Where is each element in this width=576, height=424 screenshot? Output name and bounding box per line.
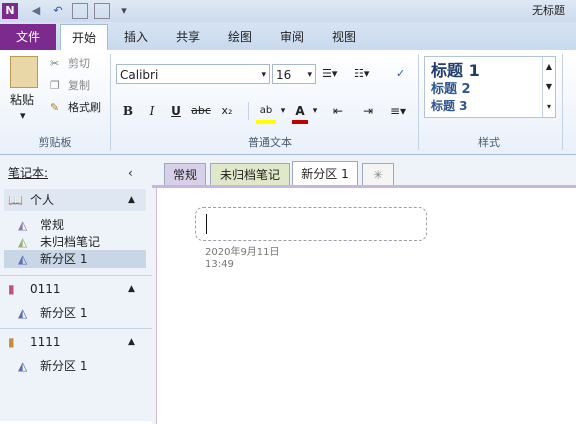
chevron-down-icon[interactable]: ▾ bbox=[278, 102, 288, 120]
ribbon-tab-row: 文件 开始 插入 共享 绘图 审阅 视图 bbox=[0, 22, 576, 51]
ribbon: 粘贴 ▾ ✂ 剪切 ❐ 复制 ✎ 格式刷 剪贴板 Calibri ▾ 16 ▾ ☰▾… bbox=[0, 50, 576, 155]
section-tab-unfiled[interactable]: 未归档笔记 bbox=[210, 163, 290, 186]
notebook-personal[interactable] bbox=[4, 189, 146, 211]
chevron-down-icon: ▾ bbox=[261, 70, 266, 80]
new-section-tab-icon[interactable]: ✳ bbox=[362, 163, 394, 186]
page-time: 13:49 bbox=[205, 259, 234, 270]
page-date: 2020年9月11日 bbox=[205, 247, 280, 258]
underline-button[interactable]: U bbox=[168, 102, 184, 120]
dock-icon[interactable] bbox=[72, 3, 88, 19]
undo-icon[interactable]: ↶ bbox=[50, 3, 66, 19]
divider bbox=[0, 328, 152, 329]
group-divider bbox=[110, 54, 111, 150]
format-divider bbox=[248, 102, 249, 120]
paste-dropdown-icon[interactable]: ▾ bbox=[20, 108, 26, 124]
section-item[interactable]: 未归档笔记 bbox=[40, 234, 100, 250]
section-item[interactable]: 新分区 1 bbox=[40, 358, 87, 374]
tab-view[interactable]: 视图 bbox=[324, 26, 364, 48]
format-painter-button[interactable]: 格式刷 bbox=[68, 100, 101, 116]
section-icon: ◭ bbox=[18, 218, 28, 232]
font-size-combo[interactable]: 16 ▾ bbox=[272, 64, 316, 84]
page-canvas[interactable]: 2020年9月11日 13:49 bbox=[156, 188, 576, 424]
strikethrough-button[interactable]: abc bbox=[190, 102, 212, 120]
divider bbox=[0, 275, 152, 276]
bold-button[interactable]: B bbox=[120, 102, 136, 120]
notebooks-header: 笔记本: bbox=[8, 166, 49, 180]
clear-format-icon[interactable]: ✓ bbox=[396, 66, 405, 82]
customize-qa-icon[interactable]: ▾ bbox=[118, 3, 130, 19]
font-name-combo[interactable]: Calibri ▾ bbox=[116, 64, 270, 84]
copy-button[interactable]: 复制 bbox=[68, 78, 90, 94]
notebook-label[interactable]: 0111 bbox=[30, 281, 61, 297]
title-bar: N ◀ ↶ ▾ 无标题 bbox=[0, 0, 576, 22]
notebook-icon: ▮ bbox=[8, 282, 15, 296]
full-page-view-icon[interactable] bbox=[94, 3, 110, 19]
section-icon: ◭ bbox=[18, 359, 28, 373]
copy-icon[interactable]: ❐ bbox=[50, 78, 60, 94]
notebook-pane: 笔记本: ‹ 📖 个人 ▲ ◭ 常规 ◭ 未归档笔记 ◭ 新分区 1 ▮ 011… bbox=[0, 155, 153, 421]
tab-draw[interactable]: 绘图 bbox=[220, 26, 260, 48]
section-tab-general[interactable]: 常规 bbox=[164, 163, 206, 186]
collapse-pane-icon[interactable]: ‹ bbox=[128, 165, 133, 181]
decrease-indent-icon[interactable]: ⇤ bbox=[328, 102, 348, 120]
section-icon: ◭ bbox=[18, 306, 28, 320]
numbering-icon[interactable]: ☷▾ bbox=[354, 66, 369, 82]
styles-gallery[interactable]: 标题 1 标题 2 标题 3 ▲ ▼ ▾ bbox=[424, 56, 556, 118]
increase-indent-icon[interactable]: ⇥ bbox=[358, 102, 378, 120]
style-heading-3[interactable]: 标题 3 bbox=[431, 97, 468, 114]
tab-home[interactable]: 开始 bbox=[60, 24, 108, 51]
window-title: 无标题 bbox=[532, 4, 565, 17]
font-size-value: 16 bbox=[276, 68, 292, 82]
gallery-scroll[interactable]: ▲ ▼ ▾ bbox=[542, 57, 555, 117]
basic-text-group-label: 普通文本 bbox=[248, 136, 292, 149]
italic-button[interactable]: I bbox=[144, 102, 160, 120]
font-color-button[interactable]: A bbox=[292, 102, 308, 124]
style-heading-2[interactable]: 标题 2 bbox=[431, 78, 471, 97]
notebook-label: 个人 bbox=[30, 193, 55, 207]
chevron-down-icon[interactable]: ▾ bbox=[310, 102, 320, 120]
page-area: 2020年9月11日 13:49 bbox=[152, 185, 576, 424]
section-item[interactable]: 新分区 1 bbox=[40, 251, 87, 267]
bullets-icon[interactable]: ☰▾ bbox=[322, 66, 337, 82]
chevron-down-icon: ▾ bbox=[307, 70, 312, 80]
tab-insert[interactable]: 插入 bbox=[116, 26, 156, 48]
format-painter-icon[interactable]: ✎ bbox=[50, 100, 59, 116]
section-item[interactable]: 新分区 1 bbox=[40, 305, 87, 321]
section-icon: ◭ bbox=[18, 252, 28, 266]
expand-icon[interactable]: ▲ bbox=[128, 281, 135, 297]
cut-button[interactable]: 剪切 bbox=[68, 56, 90, 72]
expand-icon[interactable]: ▲ bbox=[128, 192, 135, 208]
section-tab-bar: 常规 未归档笔记 新分区 1 ✳ bbox=[152, 155, 576, 186]
tab-file[interactable]: 文件 bbox=[0, 24, 56, 50]
paste-icon[interactable] bbox=[10, 56, 38, 88]
tab-review[interactable]: 审阅 bbox=[272, 26, 312, 48]
section-icon: ◭ bbox=[18, 235, 28, 249]
back-icon[interactable]: ◀ bbox=[28, 3, 44, 19]
styles-group-label: 样式 bbox=[478, 136, 500, 149]
subscript-button[interactable]: x₂ bbox=[216, 102, 238, 120]
group-divider bbox=[562, 54, 563, 150]
onenote-logo-icon: N bbox=[2, 3, 18, 19]
expand-icon[interactable]: ▲ bbox=[128, 334, 135, 350]
cut-icon[interactable]: ✂ bbox=[50, 56, 59, 72]
notebook-icon: ▮ bbox=[8, 335, 15, 349]
paste-button[interactable]: 粘贴 bbox=[10, 92, 34, 108]
font-name-value: Calibri bbox=[120, 68, 159, 82]
highlight-button[interactable]: ab bbox=[256, 102, 276, 124]
notebook-label[interactable]: 1111 bbox=[30, 334, 61, 350]
text-cursor bbox=[206, 214, 207, 234]
section-tab-new-section[interactable]: 新分区 1 bbox=[292, 161, 358, 186]
section-item[interactable]: 常规 bbox=[40, 217, 64, 233]
clipboard-group-label: 剪贴板 bbox=[38, 136, 72, 149]
align-icon[interactable]: ≡▾ bbox=[388, 102, 408, 120]
notebook-icon: 📖 bbox=[8, 193, 23, 207]
group-divider bbox=[418, 54, 419, 150]
page-title-input[interactable] bbox=[195, 207, 427, 241]
tab-share[interactable]: 共享 bbox=[168, 26, 208, 48]
